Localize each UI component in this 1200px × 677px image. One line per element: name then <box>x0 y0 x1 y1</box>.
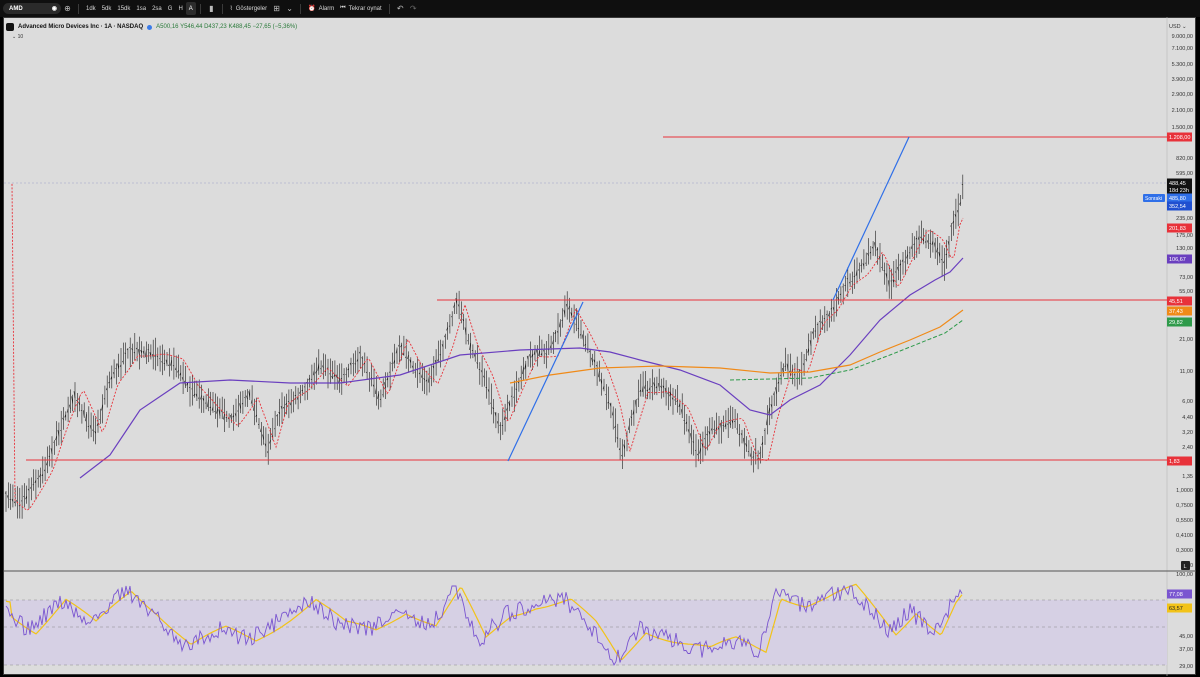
price-tick-label: 4,40 <box>1182 415 1193 421</box>
price-tick-label: 9.000,00 <box>1172 34 1193 40</box>
price-tick-label: 5.300,00 <box>1172 62 1193 68</box>
price-tick-label: 2.900,00 <box>1172 92 1193 98</box>
badge-mid-line: 45,51 <box>1167 296 1192 306</box>
rsi-tick-label: 29,00 <box>1179 664 1193 670</box>
legend-ohlc: A500,16 Y546,44 D437,23 K488,45 −27,65 (… <box>156 24 298 30</box>
price-tick-label: 3.900,00 <box>1172 77 1193 83</box>
price-tick-label: 0,3000 <box>1176 548 1193 554</box>
price-tick-label: 1,0000 <box>1176 488 1193 494</box>
currency-label: USD <box>1169 24 1181 30</box>
badge-green-ma: 29,82 <box>1167 317 1192 327</box>
badge-rsi-ma-text: 63,57 <box>1169 606 1183 612</box>
orange-ma-line <box>509 309 964 384</box>
price-tick-label: 2,40 <box>1182 445 1193 451</box>
badge-prev-text: 485,80 <box>1169 196 1186 202</box>
price-tick-label: 1.500,00 <box>1172 125 1193 131</box>
badge-purple-ma: 106,67 <box>1167 254 1192 264</box>
price-tick-label: 3,20 <box>1182 430 1193 436</box>
legend-sub[interactable]: ⌄ 10 <box>12 34 23 40</box>
badge-mid: 352,54 <box>1167 201 1192 211</box>
legend-title: Advanced Micro Devices Inc · 1A · NASDAQ <box>18 24 144 30</box>
price-tick-label: 7.100,00 <box>1172 46 1193 52</box>
badge-countdown-text: 18d 23h <box>1169 188 1189 194</box>
rsi-tick-label: 100,00 <box>1176 572 1193 578</box>
price-bars <box>4 174 964 519</box>
badge-red-ma-text: 201,83 <box>1169 226 1186 232</box>
price-tick-label: 820,00 <box>1176 156 1193 162</box>
badge-orange-ma: 37,43 <box>1167 306 1192 316</box>
badge-countdown: 18d 23h <box>1167 185 1192 195</box>
rsi-tick-label: 37,00 <box>1179 647 1193 653</box>
green-ma-line <box>729 319 964 381</box>
price-tick-label: 0,5500 <box>1176 518 1193 524</box>
badge-rsi: 77,08 <box>1167 589 1192 599</box>
rsi-band <box>4 600 1167 665</box>
price-tick-label: 0 <box>1190 563 1193 569</box>
price-tick-label: 55,00 <box>1179 289 1193 295</box>
amd-logo-icon <box>6 23 14 31</box>
badge-orange-ma-text: 37,43 <box>1169 309 1183 315</box>
price-tick-label: 175,00 <box>1176 233 1193 239</box>
price-tick-label: 235,00 <box>1176 216 1193 222</box>
badge-resistance-top-text: 1.208,00 <box>1169 135 1190 141</box>
price-tick-label: 21,00 <box>1179 337 1193 343</box>
legend-dot-icon <box>147 24 153 30</box>
price-tick-label: 0,4100 <box>1176 533 1193 539</box>
price-tick-label: 1,35 <box>1182 474 1193 480</box>
rsi-tick-label: 45,00 <box>1179 634 1193 640</box>
red-ma-line <box>11 183 964 511</box>
badge-support: 1,83 <box>1167 456 1192 466</box>
log-scale-button-label: L <box>1184 564 1187 570</box>
badge-support-text: 1,83 <box>1169 459 1180 465</box>
badge-mid-line-text: 45,51 <box>1169 299 1183 305</box>
price-tick-label: 130,00 <box>1176 246 1193 252</box>
price-tick-label: 0,7500 <box>1176 503 1193 509</box>
price-tick-label: 73,00 <box>1179 275 1193 281</box>
legend-sub-value: 10 <box>17 34 24 40</box>
sonraki-tag-text: Sonraki <box>1145 196 1162 202</box>
currency-chevron-icon: ⌄ <box>1182 24 1187 30</box>
trendline-2 <box>832 136 910 301</box>
badge-green-ma-text: 29,82 <box>1169 320 1183 326</box>
badge-resistance-top: 1.208,00 <box>1167 132 1192 142</box>
price-tick-label: 2.100,00 <box>1172 108 1193 114</box>
price-chart-svg: 9.000,00 7.100,00 5.300,00 3.900,00 2.900,00… <box>4 17 1196 676</box>
price-tick-label: 11,00 <box>1180 369 1193 375</box>
badge-rsi-text: 77,08 <box>1169 592 1183 598</box>
badge-prev: 485,80 <box>1167 193 1192 203</box>
price-tick-label: 6,00 <box>1182 399 1193 405</box>
badge-red-ma: 201,83 <box>1167 223 1192 233</box>
badge-mid-text: 352,54 <box>1169 204 1186 210</box>
chart-legend: Advanced Micro Devices Inc · 1A · NASDAQ… <box>6 23 297 31</box>
badge-rsi-ma: 63,57 <box>1167 603 1192 613</box>
badge-purple-ma-text: 106,67 <box>1169 257 1186 263</box>
price-tick-label: 595,00 <box>1176 171 1193 177</box>
